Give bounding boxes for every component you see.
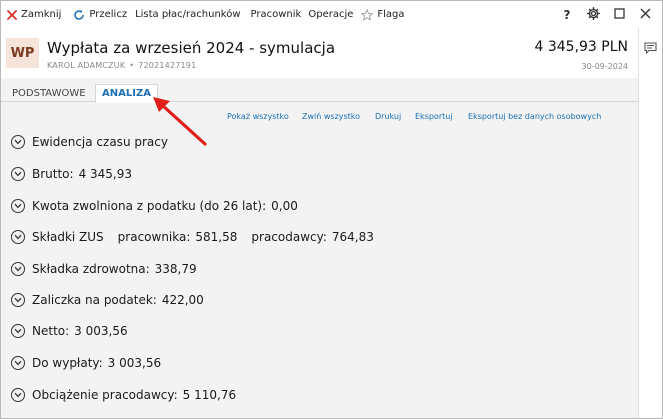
section-label: Brutto: [32, 167, 74, 181]
payout-date: 30-09-2024 [581, 62, 629, 71]
document-header: WP Wypłata za wrzesień 2024 - symulacja … [1, 28, 638, 78]
section-label: Do wypłaty: [32, 356, 103, 370]
section-payout[interactable]: Do wypłaty: 3 003,56 [11, 353, 161, 373]
right-sidebar [638, 28, 662, 418]
zus-employee-label: pracownika: [117, 230, 191, 244]
employee-label: Pracownik [250, 9, 302, 20]
section-time-records[interactable]: Ewidencja czasu pracy [11, 132, 168, 152]
export-link[interactable]: Eksportuj [415, 112, 453, 121]
tab-analiza[interactable]: ANALIZA [95, 84, 158, 103]
chevron-down-icon[interactable] [11, 262, 25, 276]
maximize-button[interactable] [606, 1, 632, 28]
employee-info: KAROL ADAMCZUK • 72021427191 [47, 61, 196, 70]
operations-label: Operacje [308, 9, 354, 20]
help-icon: ? [563, 7, 571, 22]
section-label: Ewidencja czasu pracy [32, 135, 168, 149]
recalculate-label: Przelicz [89, 9, 128, 20]
export-anonymized-link[interactable]: Eksportuj bez danych osobowych [468, 112, 601, 121]
zus-employer-value: 764,83 [331, 230, 374, 244]
payrolls-label: Lista płac/rachunków [135, 9, 241, 20]
star-icon [361, 8, 374, 21]
payrolls-menu[interactable]: Lista płac/rachunków [131, 1, 244, 28]
section-label: Zaliczka na podatek: [32, 293, 157, 307]
section-value: 338,79 [154, 262, 197, 276]
close-label: Zamknij [21, 9, 62, 20]
operations-menu[interactable]: Operacje [305, 1, 357, 28]
gear-icon [586, 6, 600, 23]
section-zus[interactable]: Składki ZUS pracownika: 581,58 pracodawc… [11, 227, 374, 247]
employee-id: 72021427191 [138, 61, 197, 70]
chevron-down-icon[interactable] [11, 167, 25, 181]
tab-bar: PODSTAWOWE ANALIZA [1, 80, 638, 103]
recalculate-button[interactable]: Przelicz [65, 1, 131, 28]
collapse-all-link[interactable]: Zwiń wszystko [302, 112, 360, 121]
employee-name: KAROL ADAMCZUK [47, 61, 126, 70]
zus-employee-value: 581,58 [195, 230, 238, 244]
flag-label: Flaga [377, 9, 405, 20]
chevron-down-icon[interactable] [11, 324, 25, 338]
show-all-link[interactable]: Pokaż wszystko [227, 112, 289, 121]
section-tax-advance[interactable]: Zaliczka na podatek: 422,00 [11, 290, 204, 310]
chevron-down-icon[interactable] [11, 230, 25, 244]
payout-amount: 4 345,93 PLN [534, 39, 628, 55]
window-close-icon [640, 8, 651, 22]
close-button[interactable]: Zamknij [1, 1, 65, 28]
section-value: 3 003,56 [74, 324, 128, 338]
chevron-down-icon[interactable] [11, 199, 25, 213]
section-label: Kwota zwolniona z podatku (do 26 lat): [32, 199, 267, 213]
section-health[interactable]: Składka zdrowotna: 338,79 [11, 259, 197, 279]
separator: • [129, 61, 135, 70]
maximize-icon [613, 7, 625, 22]
tab-podstawowe[interactable]: PODSTAWOWE [8, 84, 90, 102]
section-label: Obciążenie pracodawcy: [32, 388, 178, 402]
section-value: 0,00 [271, 199, 298, 213]
settings-button[interactable] [580, 1, 606, 28]
section-value: 5 110,76 [182, 388, 237, 402]
action-links: Pokaż wszystko Zwiń wszystko Drukuj Eksp… [0, 112, 637, 126]
page-title: Wypłata za wrzesień 2024 - symulacja [47, 39, 336, 57]
section-tax-free[interactable]: Kwota zwolniona z podatku (do 26 lat): 0… [11, 196, 298, 216]
comments-icon[interactable] [644, 39, 657, 58]
section-net[interactable]: Netto: 3 003,56 [11, 321, 128, 341]
refresh-icon [73, 9, 85, 21]
toolbar: Zamknij Przelicz Lista płac/rachunków Pr… [1, 1, 662, 28]
help-button[interactable]: ? [554, 1, 580, 28]
section-gross[interactable]: Brutto: 4 345,93 [11, 164, 132, 184]
section-value: 422,00 [161, 293, 204, 307]
chevron-down-icon[interactable] [11, 135, 25, 149]
section-value: 4 345,93 [78, 167, 133, 181]
zus-employer-label: pracodawcy: [251, 230, 327, 244]
window-close-button[interactable] [632, 1, 658, 28]
close-icon [7, 9, 17, 20]
section-label: Składka zdrowotna: [32, 262, 150, 276]
employee-menu[interactable]: Pracownik [245, 1, 306, 28]
print-link[interactable]: Drukuj [375, 112, 401, 121]
flag-button[interactable]: Flaga [357, 1, 408, 28]
section-employer-cost[interactable]: Obciążenie pracodawcy: 5 110,76 [11, 385, 236, 405]
section-label: Składki ZUS [32, 230, 104, 244]
section-label: Netto: [32, 324, 70, 338]
chevron-down-icon[interactable] [11, 388, 25, 402]
avatar: WP [6, 38, 39, 68]
chevron-down-icon[interactable] [11, 293, 25, 307]
section-value: 3 003,56 [107, 356, 162, 370]
chevron-down-icon[interactable] [11, 356, 25, 370]
